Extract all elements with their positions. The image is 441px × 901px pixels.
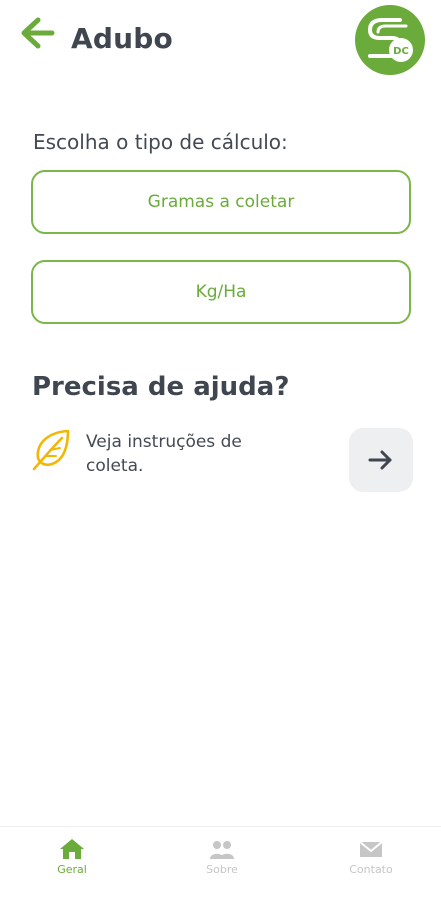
nav-label: Contato bbox=[349, 863, 393, 876]
leaf-icon bbox=[30, 428, 72, 472]
logo-text: DC bbox=[393, 46, 409, 57]
gramas-a-coletar-button[interactable]: Gramas a coletar bbox=[31, 170, 411, 234]
nav-item-sobre[interactable]: Sobre bbox=[172, 837, 272, 893]
arrow-left-icon bbox=[21, 17, 55, 49]
button-label: Gramas a coletar bbox=[147, 192, 295, 212]
app-logo: DC bbox=[354, 4, 426, 76]
people-icon bbox=[210, 841, 234, 859]
page-title: Adubo bbox=[71, 22, 173, 55]
help-go-button[interactable] bbox=[349, 428, 413, 492]
app-header: Adubo DC bbox=[0, 0, 441, 90]
back-button[interactable] bbox=[18, 16, 58, 50]
help-instructions-text: Veja instruções de coleta. bbox=[86, 432, 242, 476]
help-title: Precisa de ajuda? bbox=[32, 372, 290, 402]
bottom-navigation: Geral Sobre Contato bbox=[0, 826, 441, 901]
nav-label: Sobre bbox=[206, 863, 238, 876]
kg-ha-button[interactable]: Kg/Ha bbox=[31, 260, 411, 324]
calc-prompt: Escolha o tipo de cálculo: bbox=[33, 130, 288, 154]
nav-label: Geral bbox=[57, 863, 87, 876]
nav-item-contato[interactable]: Contato bbox=[321, 837, 421, 893]
home-icon bbox=[60, 839, 84, 859]
nav-item-geral[interactable]: Geral bbox=[22, 837, 122, 893]
button-label: Kg/Ha bbox=[195, 282, 247, 302]
mail-icon bbox=[359, 841, 383, 857]
arrow-right-icon bbox=[368, 450, 392, 470]
